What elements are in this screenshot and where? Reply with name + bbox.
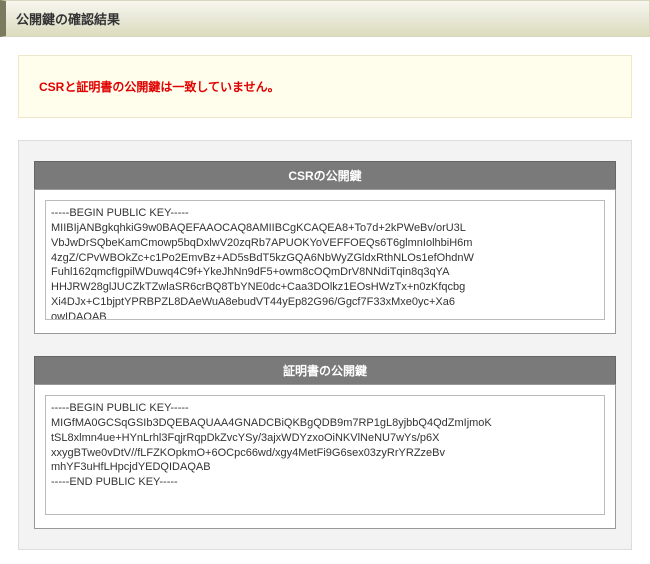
cert-key-body (34, 384, 616, 529)
cert-key-textarea[interactable] (45, 395, 605, 515)
page-title-bar: 公開鍵の確認結果 (0, 0, 650, 37)
cert-key-section: 証明書の公開鍵 (34, 356, 616, 529)
page-title: 公開鍵の確認結果 (16, 9, 639, 28)
alert-box: CSRと証明書の公開鍵は一致していません。 (18, 55, 632, 118)
csr-key-header: CSRの公開鍵 (34, 161, 616, 189)
content-panel: CSRの公開鍵 証明書の公開鍵 (18, 140, 632, 550)
csr-key-textarea[interactable] (45, 200, 605, 320)
csr-key-body (34, 189, 616, 334)
csr-key-section: CSRの公開鍵 (34, 161, 616, 334)
alert-message: CSRと証明書の公開鍵は一致していません。 (39, 78, 611, 95)
cert-key-header: 証明書の公開鍵 (34, 356, 616, 384)
